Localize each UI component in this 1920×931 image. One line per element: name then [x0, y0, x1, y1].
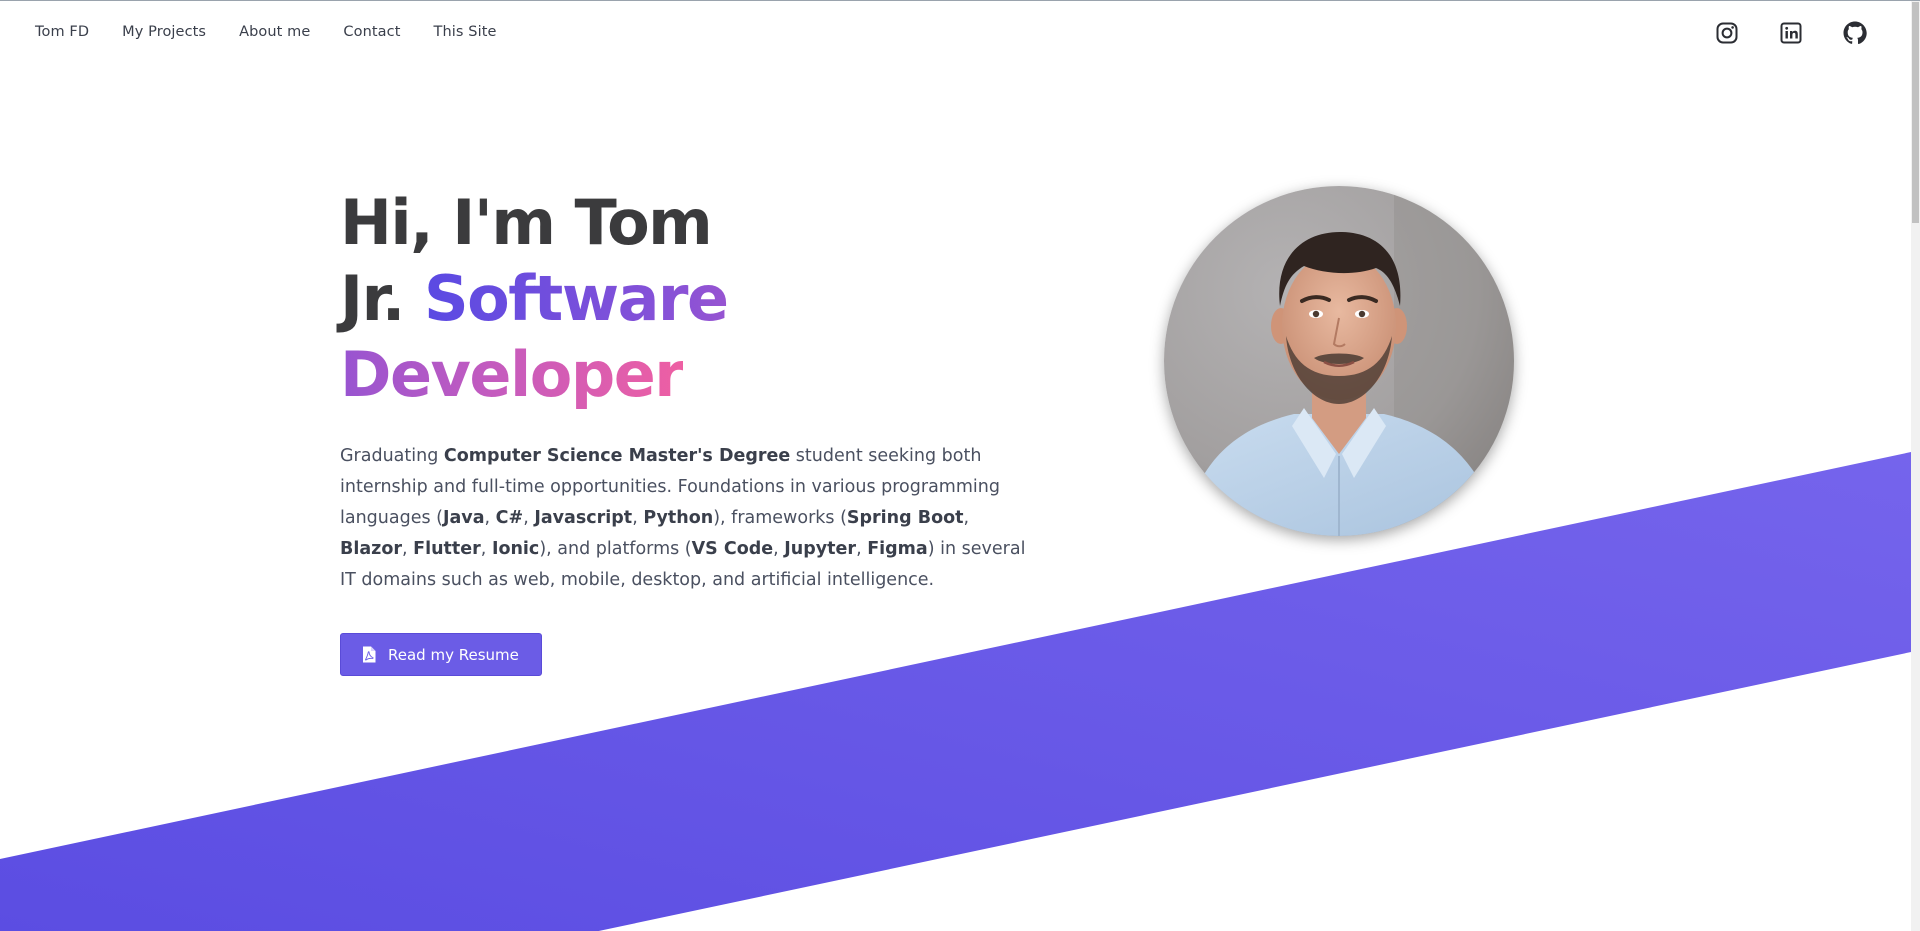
intro-keyword: VS Code	[691, 539, 774, 559]
hero: Hi, I'm Tom Jr. Software Developer Gradu…	[340, 185, 1040, 676]
read-resume-button[interactable]: Read my Resume	[340, 633, 542, 676]
intro-text: ,	[773, 539, 785, 559]
github-icon[interactable]	[1843, 21, 1867, 45]
intro-text: ), frameworks (	[713, 508, 847, 528]
intro-text: ,	[523, 508, 535, 528]
intro-keyword: Blazor	[340, 539, 402, 559]
hero-headline: Hi, I'm Tom Jr. Software Developer	[340, 185, 1040, 413]
pdf-file-icon	[363, 646, 376, 663]
intro-text: ,	[402, 539, 414, 559]
scrollbar-thumb[interactable]	[1912, 2, 1919, 223]
intro-text: ,	[632, 508, 644, 528]
read-resume-label: Read my Resume	[388, 645, 519, 664]
intro-keyword: Python	[643, 508, 714, 528]
nav-link-projects[interactable]: My Projects	[122, 24, 206, 40]
nav-link-this-site[interactable]: This Site	[434, 24, 497, 40]
hero-role-prefix: Jr.	[340, 262, 424, 335]
nav-link-home[interactable]: Tom FD	[35, 24, 89, 40]
intro-keyword: C#	[495, 508, 524, 528]
intro-keyword: Javascript	[534, 508, 633, 528]
intro-text: ), and platforms (	[539, 539, 692, 559]
instagram-icon[interactable]	[1715, 21, 1739, 45]
intro-keyword: Ionic	[491, 539, 540, 559]
top-nav: Tom FD My Projects About me Contact This…	[0, 1, 1911, 67]
page-scrollbar[interactable]	[1911, 1, 1920, 931]
intro-text: ,	[480, 539, 492, 559]
intro-text: ,	[963, 508, 970, 528]
intro-text: ,	[484, 508, 496, 528]
hero-greeting: Hi, I'm Tom	[340, 186, 713, 259]
intro-keyword: Spring Boot	[846, 508, 964, 528]
nav-link-contact[interactable]: Contact	[343, 24, 400, 40]
intro-keyword: Jupyter	[784, 539, 857, 559]
intro-keyword: Java	[442, 508, 485, 528]
hero-intro: Graduating Computer Science Master's Deg…	[340, 441, 1030, 596]
intro-keyword: Figma	[867, 539, 928, 559]
nav-link-about[interactable]: About me	[239, 24, 310, 40]
linkedin-icon[interactable]	[1779, 21, 1803, 45]
intro-keyword: Computer Science Master's Degree	[443, 446, 791, 466]
nav-links: Tom FD My Projects About me Contact This…	[35, 24, 530, 40]
social-links	[1715, 21, 1867, 45]
page: Tom FD My Projects About me Contact This…	[0, 0, 1920, 931]
profile-photo	[1164, 186, 1514, 536]
intro-text: Graduating	[340, 446, 444, 466]
intro-keyword: Flutter	[413, 539, 481, 559]
intro-text: ,	[856, 539, 868, 559]
